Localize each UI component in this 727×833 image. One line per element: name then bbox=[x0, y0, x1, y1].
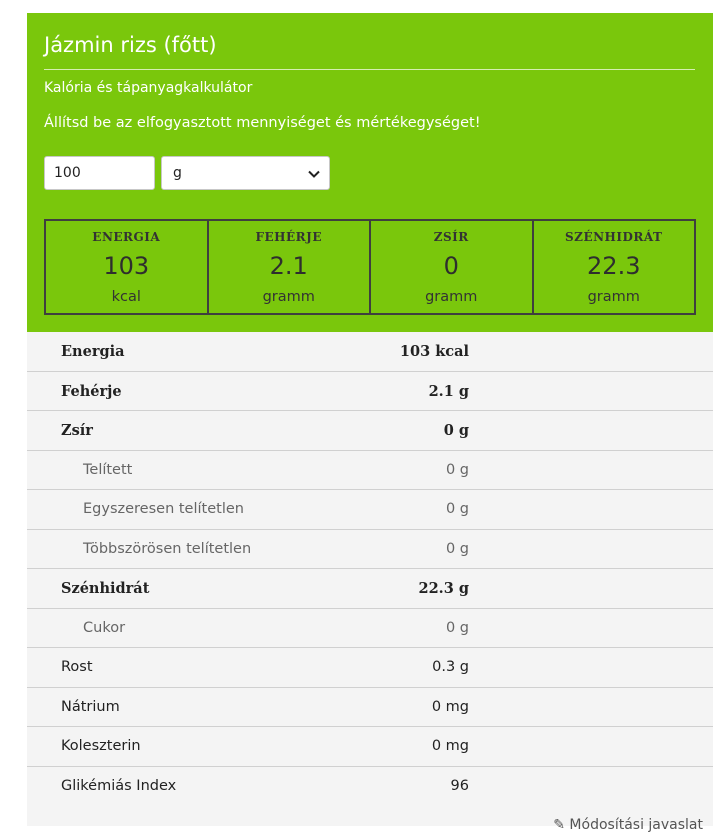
nutrient-name: Glikémiás Index bbox=[61, 777, 177, 794]
title-divider bbox=[44, 69, 695, 70]
nutrient-name: Telített bbox=[83, 461, 133, 478]
nutrient-value: 2.1 g bbox=[428, 382, 469, 400]
summary-unit: gramm bbox=[587, 289, 640, 305]
nutrient-value: 0 mg bbox=[431, 738, 469, 754]
nutrient-name: Koleszterin bbox=[61, 738, 141, 754]
summary-fat: ZSÍR 0 gramm bbox=[371, 221, 534, 313]
nutrient-name: Cukor bbox=[83, 619, 126, 636]
edit-suggestion-label: Módosítási javaslat bbox=[569, 817, 703, 833]
table-row: Glikémiás Index 96 bbox=[27, 766, 713, 806]
summary-value: 22.3 bbox=[587, 252, 641, 280]
table-row: Rost 0.3 g bbox=[27, 648, 713, 688]
pencil-icon: ✎ bbox=[553, 817, 565, 833]
nutrient-name: Nátrium bbox=[61, 698, 120, 715]
table-row: Zsír 0 g bbox=[27, 411, 713, 451]
table-row: Energia 103 kcal bbox=[27, 332, 713, 372]
chevron-down-icon bbox=[308, 170, 320, 178]
food-title: Jázmin rizs (főtt) bbox=[44, 33, 217, 57]
nutrient-name: Többszörösen telítetlen bbox=[83, 540, 252, 557]
summary-unit: gramm bbox=[262, 289, 315, 305]
summary-carbohydrate: SZÉNHIDRÁT 22.3 gramm bbox=[534, 221, 695, 313]
summary-protein: FEHÉRJE 2.1 gramm bbox=[209, 221, 371, 313]
nutrient-name: Egyszeresen telítetlen bbox=[83, 501, 244, 517]
table-row: Nátrium 0 mg bbox=[27, 687, 713, 727]
instruction-text: Állítsd be az elfogyasztott mennyiséget … bbox=[44, 115, 481, 131]
nutrient-name: Zsír bbox=[61, 422, 93, 439]
unit-select-value: g bbox=[173, 165, 182, 181]
nutrient-value: 0 g bbox=[445, 501, 469, 517]
nutrient-name: Fehérje bbox=[61, 382, 122, 400]
nutrient-value: 0 g bbox=[445, 461, 469, 478]
nutrient-value: 103 kcal bbox=[399, 343, 469, 360]
table-row: Fehérje 2.1 g bbox=[27, 371, 713, 411]
nutrient-summary: ENERGIA 103 kcal FEHÉRJE 2.1 gramm ZSÍR … bbox=[44, 219, 696, 315]
edit-suggestion-link[interactable]: ✎ Módosítási javaslat bbox=[553, 817, 703, 833]
nutrient-value: 0 g bbox=[443, 422, 469, 439]
table-row: Többszörösen telítetlen 0 g bbox=[27, 529, 713, 569]
summary-value: 2.1 bbox=[269, 252, 308, 280]
summary-value: 0 bbox=[443, 252, 459, 280]
nutrient-name: Szénhidrát bbox=[61, 580, 150, 597]
nutrient-value: 0 g bbox=[445, 619, 469, 636]
nutrient-value: 0 g bbox=[445, 540, 469, 557]
table-row: Szénhidrát 22.3 g bbox=[27, 569, 713, 609]
summary-label: SZÉNHIDRÁT bbox=[565, 230, 663, 244]
table-row: Koleszterin 0 mg bbox=[27, 727, 713, 767]
nutrient-name: Rost bbox=[61, 659, 93, 675]
nutrient-table: Energia 103 kcal Fehérje 2.1 g Zsír 0 g … bbox=[27, 332, 713, 806]
table-row: Telített 0 g bbox=[27, 450, 713, 490]
nutrient-value: 0 mg bbox=[431, 698, 469, 715]
quantity-input[interactable]: 100 bbox=[44, 156, 155, 190]
table-footer: ✎ Módosítási javaslat bbox=[27, 805, 713, 833]
summary-unit: kcal bbox=[111, 289, 141, 305]
table-row: Cukor 0 g bbox=[27, 608, 713, 648]
calculator-card: Jázmin rizs (főtt) Kalória és tápanyagka… bbox=[27, 13, 713, 332]
summary-energy: ENERGIA 103 kcal bbox=[46, 221, 209, 313]
nutrient-name: Energia bbox=[61, 343, 125, 360]
table-row: Egyszeresen telítetlen 0 g bbox=[27, 490, 713, 530]
calculator-subtitle: Kalória és tápanyagkalkulátor bbox=[44, 80, 253, 96]
nutrient-value: 0.3 g bbox=[432, 659, 469, 675]
summary-unit: gramm bbox=[425, 289, 478, 305]
summary-label: ENERGIA bbox=[92, 230, 161, 244]
summary-value: 103 bbox=[103, 252, 150, 280]
nutrient-value: 22.3 g bbox=[418, 580, 469, 597]
summary-label: ZSÍR bbox=[433, 230, 469, 244]
nutrient-value: 96 bbox=[450, 777, 469, 794]
summary-label: FEHÉRJE bbox=[255, 230, 322, 244]
unit-select[interactable]: g bbox=[161, 156, 330, 190]
